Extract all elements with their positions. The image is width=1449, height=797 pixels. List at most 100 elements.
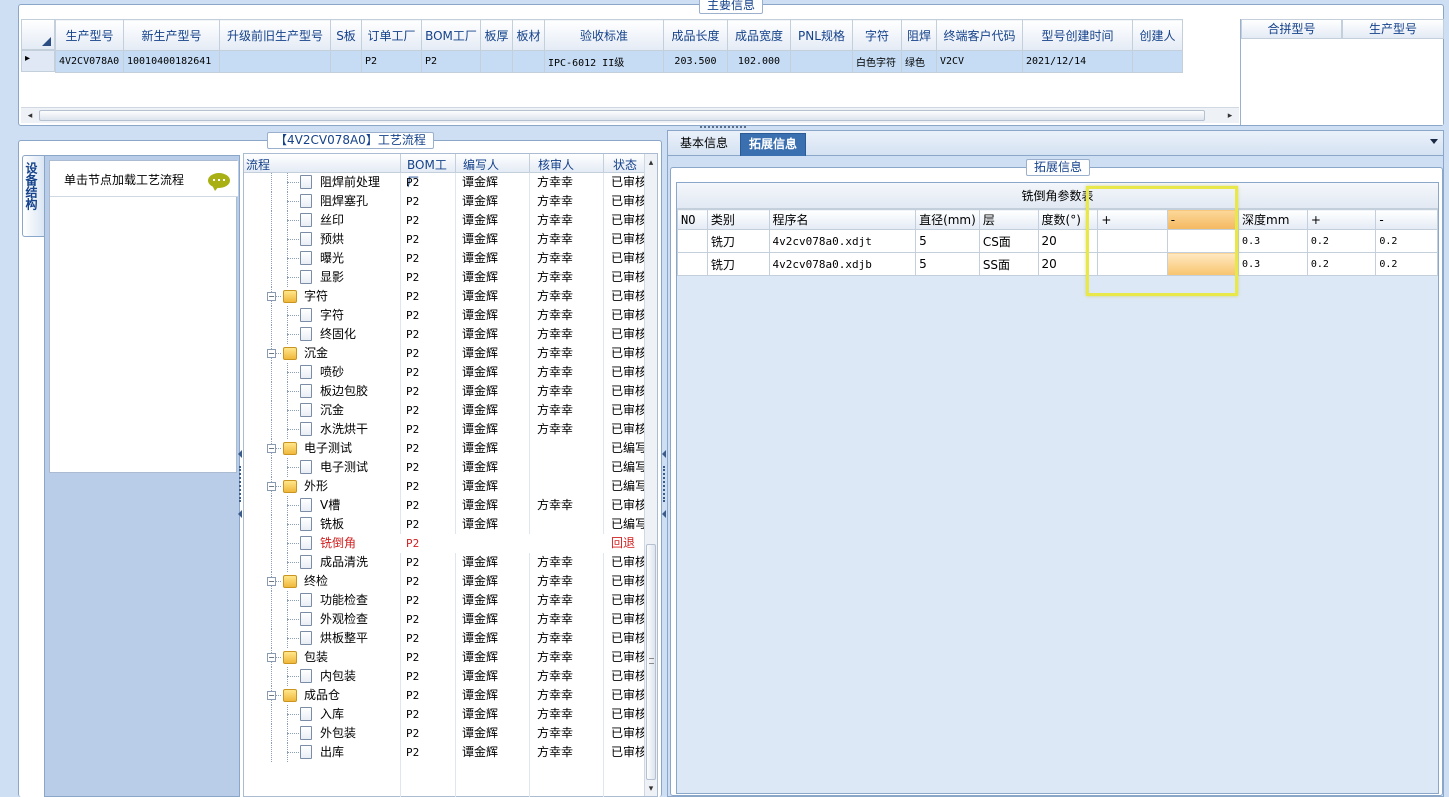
- tree-row[interactable]: 终固化 P2 谭金辉 方幸幸 已审核: [244, 325, 644, 344]
- main-col-header[interactable]: S板: [330, 19, 362, 51]
- main-col-header[interactable]: 成品长度: [663, 19, 728, 51]
- table-cell[interactable]: [512, 50, 545, 73]
- table-cell[interactable]: 5: [915, 229, 980, 253]
- main-col-header[interactable]: 新生产型号: [123, 19, 220, 51]
- collapse-toggle-icon[interactable]: −: [267, 577, 276, 586]
- table-cell[interactable]: SS面: [978, 252, 1039, 276]
- table-cell[interactable]: 铣刀: [706, 252, 770, 276]
- main-col-header[interactable]: 升级前旧生产型号: [219, 19, 331, 51]
- table-cell[interactable]: 0.2: [1375, 229, 1438, 253]
- table-cell[interactable]: [480, 50, 513, 73]
- scroll-down-icon[interactable]: ▾: [645, 782, 657, 796]
- main-col-header[interactable]: 成品宽度: [727, 19, 791, 51]
- table-row[interactable]: 铣刀 4v2cv078a0.xdjt 5 CS面 20 0.3 0.2 0.2: [677, 229, 1438, 253]
- table-cell[interactable]: [219, 50, 331, 73]
- tree-row[interactable]: 功能检查 P2 谭金辉 方幸幸 已审核: [244, 591, 644, 610]
- scroll-left-icon[interactable]: ◂: [23, 109, 37, 123]
- table-cell[interactable]: P2: [421, 50, 481, 73]
- chamfer-col-header[interactable]: 层: [978, 209, 1039, 230]
- main-col-header[interactable]: 板厚: [480, 19, 513, 51]
- tree-row[interactable]: 阻焊塞孔 P2 谭金辉 方幸幸 已审核: [244, 192, 644, 211]
- table-cell[interactable]: 0.2: [1306, 252, 1377, 276]
- tree-row[interactable]: 显影 P2 谭金辉 方幸幸 已审核: [244, 268, 644, 287]
- flow-col-status[interactable]: 状态: [603, 154, 644, 173]
- table-cell[interactable]: 2021/12/14: [1022, 50, 1133, 73]
- table-cell[interactable]: 10010400182641: [123, 50, 220, 73]
- tree-row[interactable]: 沉金 P2 谭金辉 方幸幸 已审核: [244, 401, 644, 420]
- tree-row[interactable]: 字符 P2 谭金辉 方幸幸 已审核: [244, 306, 644, 325]
- table-cell[interactable]: 0.2: [1375, 252, 1438, 276]
- collapse-toggle-icon[interactable]: −: [267, 349, 276, 358]
- main-grid-hscrollbar[interactable]: ◂ ▸: [21, 107, 1239, 123]
- chamfer-col-header[interactable]: 深度mm: [1238, 209, 1308, 230]
- flow-col-writer[interactable]: 编写人: [455, 154, 529, 173]
- table-cell[interactable]: [790, 50, 853, 73]
- chamfer-col-header[interactable]: 直径(mm): [915, 209, 980, 230]
- scroll-right-icon[interactable]: ▸: [1223, 109, 1237, 123]
- tree-row[interactable]: 铣板 P2 谭金辉 已编写: [244, 515, 644, 534]
- tree-row[interactable]: 阻焊前处理 P2 谭金辉 方幸幸 已审核: [244, 173, 644, 192]
- table-cell[interactable]: 0.3: [1238, 229, 1308, 253]
- table-cell[interactable]: CS面: [978, 229, 1039, 253]
- tree-row[interactable]: 铣倒角 P2 回退: [244, 534, 644, 553]
- collapse-toggle-icon[interactable]: −: [267, 653, 276, 662]
- tab-dropdown-icon[interactable]: [1430, 139, 1438, 144]
- tree-row[interactable]: 丝印 P2 谭金辉 方幸幸 已审核: [244, 211, 644, 230]
- tree-row[interactable]: 外包装 P2 谭金辉 方幸幸 已审核: [244, 724, 644, 743]
- collapse-toggle-icon[interactable]: −: [267, 691, 276, 700]
- collapse-toggle-icon[interactable]: −: [267, 444, 276, 453]
- chamfer-col-header[interactable]: 类别: [706, 209, 770, 230]
- tree-row[interactable]: 水洗烘干 P2 谭金辉 方幸幸 已审核: [244, 420, 644, 439]
- tree-row[interactable]: − 成品仓 P2 谭金辉 方幸幸 已审核: [244, 686, 644, 705]
- main-col-header[interactable]: 板材: [512, 19, 545, 51]
- main-col-header[interactable]: 字符: [852, 19, 902, 51]
- table-row[interactable]: 4V2CV078A0 10010400182641 P2 P2 IPC-6012 II级…: [55, 50, 1183, 73]
- tab-basic-info[interactable]: 基本信息: [670, 133, 738, 155]
- tree-row[interactable]: 入库 P2 谭金辉 方幸幸 已审核: [244, 705, 644, 724]
- flow-vscrollbar[interactable]: ▴ ▾: [644, 154, 657, 796]
- tree-row[interactable]: 预烘 P2 谭金辉 方幸幸 已审核: [244, 230, 644, 249]
- table-cell[interactable]: 102.000: [727, 50, 791, 73]
- tree-row[interactable]: V槽 P2 谭金辉 方幸幸 已审核: [244, 496, 644, 515]
- tree-row[interactable]: − 沉金 P2 谭金辉 方幸幸 已审核: [244, 344, 644, 363]
- table-row[interactable]: 铣刀 4v2cv078a0.xdjb 5 SS面 20 0.3 0.2 0.2: [677, 252, 1438, 276]
- main-col-header[interactable]: 型号创建时间: [1022, 19, 1133, 51]
- chamfer-col-header[interactable]: +: [1306, 209, 1377, 230]
- table-cell[interactable]: 白色字符: [852, 50, 902, 73]
- table-cell[interactable]: 0.3: [1238, 252, 1308, 276]
- row-header[interactable]: ▸: [21, 50, 55, 72]
- tree-row[interactable]: − 终检 P2 谭金辉 方幸幸 已审核: [244, 572, 644, 591]
- table-cell[interactable]: [677, 229, 708, 253]
- chamfer-col-header[interactable]: -: [1375, 209, 1438, 230]
- main-col-header[interactable]: 阻焊: [901, 19, 937, 51]
- tab-device-structure[interactable]: 设备结构: [22, 155, 44, 237]
- tab-extended-info[interactable]: 拓展信息: [740, 133, 806, 156]
- flow-col-process[interactable]: 流程: [246, 156, 270, 173]
- tree-row[interactable]: 烘板整平 P2 谭金辉 方幸幸 已审核: [244, 629, 644, 648]
- tree-row[interactable]: 电子测试 P2 谭金辉 已编写: [244, 458, 644, 477]
- table-cell[interactable]: P2: [361, 50, 422, 73]
- table-cell[interactable]: IPC-6012 II级: [544, 50, 664, 73]
- table-cell[interactable]: [1132, 50, 1183, 73]
- table-cell[interactable]: [330, 50, 362, 73]
- main-col-header[interactable]: BOM工厂: [421, 19, 481, 51]
- table-cell[interactable]: 4v2cv078a0.xdjt: [768, 229, 917, 253]
- main-col-header[interactable]: 生产型号: [55, 19, 124, 51]
- table-cell[interactable]: 203.500: [663, 50, 728, 73]
- table-cell[interactable]: V2CV: [936, 50, 1023, 73]
- table-cell[interactable]: [677, 252, 708, 276]
- table-cell[interactable]: 铣刀: [706, 229, 770, 253]
- collapse-toggle-icon[interactable]: −: [267, 482, 276, 491]
- tree-row[interactable]: − 包装 P2 谭金辉 方幸幸 已审核: [244, 648, 644, 667]
- flow-col-reviewer[interactable]: 核审人: [529, 154, 603, 173]
- table-cell[interactable]: 0.2: [1306, 229, 1377, 253]
- flow-col-bom[interactable]: BOM工厂: [400, 154, 455, 189]
- main-col-header[interactable]: 创建人: [1132, 19, 1183, 51]
- tree-row[interactable]: 板边包胶 P2 谭金辉 方幸幸 已审核: [244, 382, 644, 401]
- hscroll-thumb[interactable]: [39, 110, 1205, 121]
- merge-col-header[interactable]: 合拼型号: [1241, 19, 1342, 39]
- tree-row[interactable]: 曝光 P2 谭金辉 方幸幸 已审核: [244, 249, 644, 268]
- tree-row[interactable]: 成品清洗 P2 谭金辉 方幸幸 已审核: [244, 553, 644, 572]
- tree-row[interactable]: 出库 P2 谭金辉 方幸幸 已审核: [244, 743, 644, 762]
- tree-row[interactable]: − 字符 P2 谭金辉 方幸幸 已审核: [244, 287, 644, 306]
